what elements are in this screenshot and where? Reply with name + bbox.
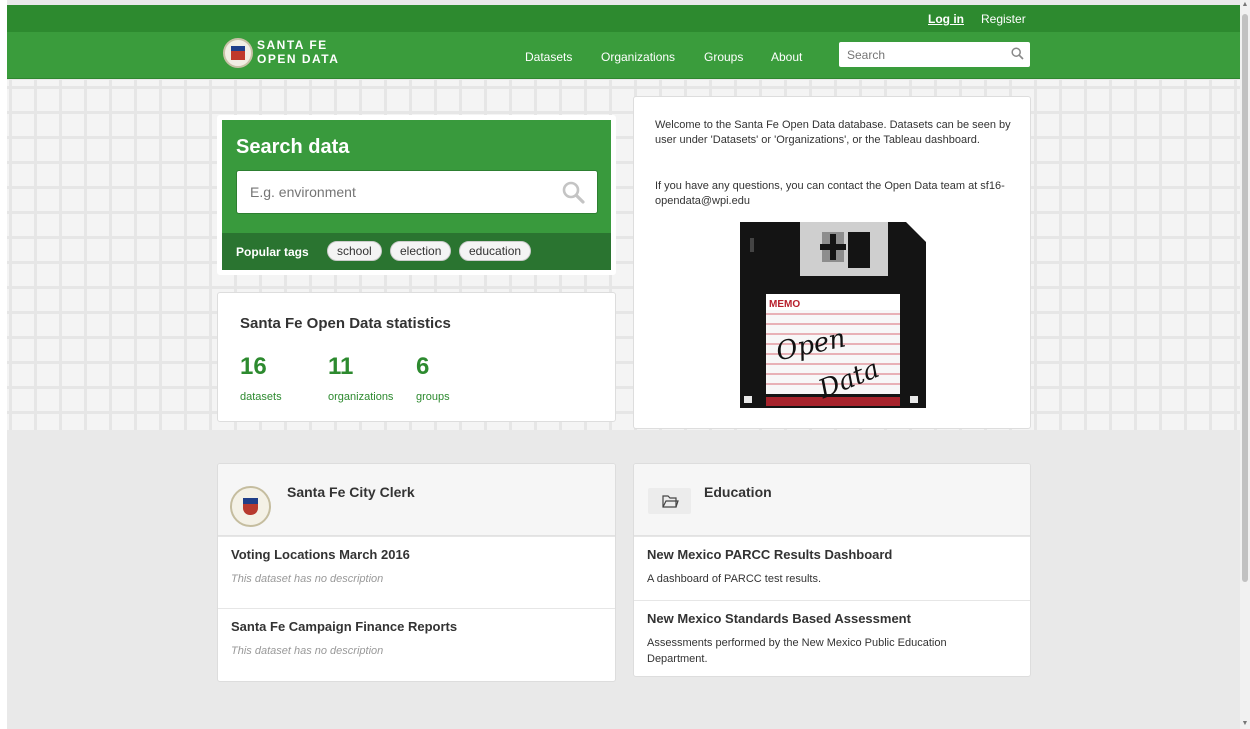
group-title[interactable]: Education bbox=[704, 484, 772, 500]
search-icon[interactable] bbox=[1011, 47, 1024, 65]
stat-datasets-count[interactable]: 16 bbox=[240, 353, 267, 381]
tag-education[interactable]: education bbox=[459, 241, 532, 261]
hero-background bbox=[7, 80, 1240, 444]
register-link[interactable]: Register bbox=[981, 12, 1026, 26]
memo-label: MEMO bbox=[769, 299, 800, 310]
logo-line-2: OPEN DATA bbox=[257, 52, 340, 66]
dataset-search-input[interactable] bbox=[250, 172, 550, 212]
scroll-down-arrow-icon[interactable]: ▼ bbox=[1240, 719, 1250, 729]
popular-tags-bar: Popular tags school election education bbox=[222, 233, 611, 270]
search-icon[interactable] bbox=[561, 180, 585, 209]
stat-groups-count[interactable]: 6 bbox=[416, 353, 429, 381]
dataset-search-field bbox=[236, 170, 598, 214]
stat-organizations-label[interactable]: organizations bbox=[328, 391, 393, 403]
dataset-description: This dataset has no description bbox=[231, 573, 384, 585]
group-card: Education New Mexico PARCC Results Dashb… bbox=[633, 463, 1031, 677]
logo-line-1: SANTA FE bbox=[257, 38, 328, 52]
scrollbar-thumb[interactable] bbox=[1242, 14, 1248, 582]
search-data-inner: Search data Popular tags school election… bbox=[222, 120, 611, 270]
account-bar: Log in Register bbox=[7, 5, 1240, 32]
login-link[interactable]: Log in bbox=[928, 12, 964, 26]
statistics-title: Santa Fe Open Data statistics bbox=[240, 315, 451, 332]
search-data-panel: Search data Popular tags school election… bbox=[217, 115, 616, 275]
dataset-title[interactable]: New Mexico Standards Based Assessment bbox=[647, 611, 911, 626]
tag-school[interactable]: school bbox=[327, 241, 382, 261]
dataset-description: Assessments performed by the New Mexico … bbox=[647, 637, 947, 665]
dataset-item: New Mexico PARCC Results Dashboard A das… bbox=[634, 536, 1030, 600]
dataset-title[interactable]: Voting Locations March 2016 bbox=[231, 547, 410, 562]
dataset-item: Voting Locations March 2016 This dataset… bbox=[218, 536, 615, 608]
stat-datasets-label[interactable]: datasets bbox=[240, 391, 282, 403]
contact-paragraph: If you have any questions, you can conta… bbox=[655, 180, 1005, 207]
tag-election[interactable]: election bbox=[390, 241, 452, 261]
scroll-up-arrow-icon[interactable]: ▲ bbox=[1240, 0, 1250, 10]
organization-title[interactable]: Santa Fe City Clerk bbox=[287, 484, 415, 500]
masthead: SANTA FE OPEN DATA Datasets Organization… bbox=[7, 32, 1240, 79]
nav-about[interactable]: About bbox=[771, 50, 802, 64]
nav-datasets[interactable]: Datasets bbox=[525, 50, 572, 64]
dataset-title[interactable]: New Mexico PARCC Results Dashboard bbox=[647, 547, 892, 562]
search-data-title: Search data bbox=[236, 136, 350, 158]
city-clerk-seal-icon bbox=[230, 486, 271, 527]
dataset-item: New Mexico Standards Based Assessment As… bbox=[634, 600, 1030, 676]
hero-bottom-band bbox=[7, 430, 1240, 444]
stat-groups-label[interactable]: groups bbox=[416, 391, 450, 403]
dataset-description: This dataset has no description bbox=[231, 645, 384, 657]
stat-organizations-count[interactable]: 11 bbox=[328, 353, 353, 381]
site-logo-text[interactable]: SANTA FE OPEN DATA bbox=[257, 38, 339, 66]
page-scrollbar[interactable]: ▲ ▼ bbox=[1240, 0, 1250, 729]
nav-groups[interactable]: Groups bbox=[704, 50, 743, 64]
group-card-header[interactable]: Education bbox=[634, 464, 1030, 536]
header-search-input[interactable] bbox=[847, 43, 1007, 66]
welcome-panel: Welcome to the Santa Fe Open Data databa… bbox=[633, 96, 1031, 429]
city-seal-logo-icon[interactable] bbox=[223, 38, 253, 68]
organization-card: Santa Fe City Clerk Voting Locations Mar… bbox=[217, 463, 616, 682]
page-left-edge bbox=[0, 0, 7, 729]
page-viewport: Log in Register SANTA FE OPEN DATA Datas… bbox=[0, 0, 1240, 729]
header-search bbox=[839, 42, 1030, 67]
nav-organizations[interactable]: Organizations bbox=[601, 50, 675, 64]
dataset-description: A dashboard of PARCC test results. bbox=[647, 573, 822, 585]
welcome-paragraph: Welcome to the Santa Fe Open Data databa… bbox=[655, 119, 1011, 146]
floppy-disk-image: MEMO Open Data bbox=[740, 222, 926, 408]
statistics-panel: Santa Fe Open Data statistics 16 dataset… bbox=[217, 292, 616, 422]
popular-tags-label: Popular tags bbox=[236, 245, 309, 259]
folder-icon bbox=[648, 488, 691, 514]
dataset-title[interactable]: Santa Fe Campaign Finance Reports bbox=[231, 619, 457, 634]
organization-card-header[interactable]: Santa Fe City Clerk bbox=[218, 464, 615, 536]
dataset-item: Santa Fe Campaign Finance Reports This d… bbox=[218, 608, 615, 681]
